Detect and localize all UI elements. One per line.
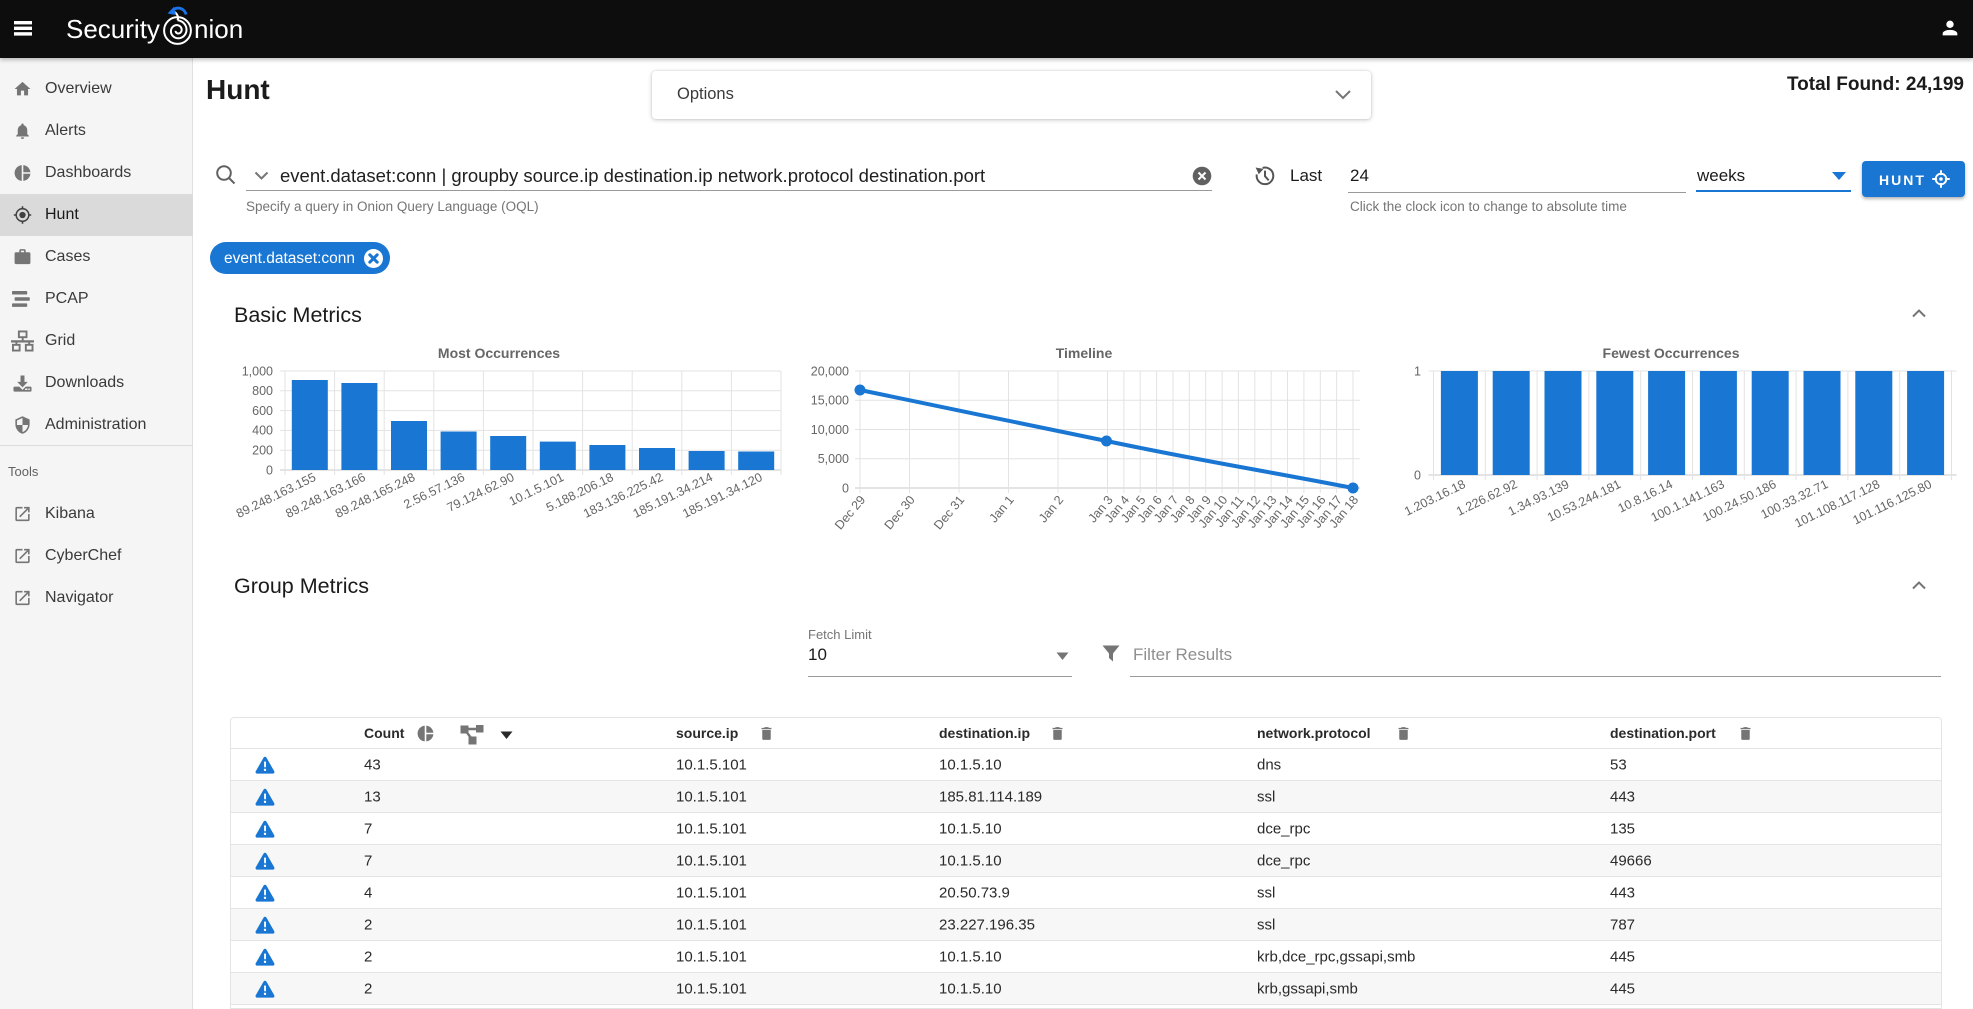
svg-text:0: 0 (1414, 468, 1421, 482)
svg-text:Jan 1: Jan 1 (986, 493, 1016, 525)
svg-text:400: 400 (252, 424, 273, 438)
svg-text:Dec 30: Dec 30 (882, 493, 918, 532)
svg-text:Fewest Occurrences: Fewest Occurrences (1603, 345, 1740, 361)
svg-text:20,000: 20,000 (811, 364, 849, 378)
svg-text:Most Occurrences: Most Occurrences (438, 345, 560, 361)
svg-text:Security: Security (66, 14, 160, 44)
svg-text:0: 0 (842, 481, 849, 495)
svg-text:89.248.163.155: 89.248.163.155 (234, 470, 318, 521)
svg-text:Dec 31: Dec 31 (931, 493, 967, 532)
svg-text:Dec 29: Dec 29 (832, 493, 868, 532)
svg-text:1,000: 1,000 (242, 364, 273, 378)
svg-text:5,000: 5,000 (818, 452, 849, 466)
svg-text:600: 600 (252, 404, 273, 418)
svg-text:200: 200 (252, 444, 273, 458)
svg-text:nion: nion (194, 14, 243, 44)
svg-text:15,000: 15,000 (811, 394, 849, 408)
svg-text:Timeline: Timeline (1056, 345, 1113, 361)
svg-text:1: 1 (1414, 364, 1421, 378)
svg-text:0: 0 (266, 463, 273, 477)
svg-text:800: 800 (252, 384, 273, 398)
svg-text:Jan 2: Jan 2 (1036, 493, 1066, 525)
svg-text:10,000: 10,000 (811, 423, 849, 437)
